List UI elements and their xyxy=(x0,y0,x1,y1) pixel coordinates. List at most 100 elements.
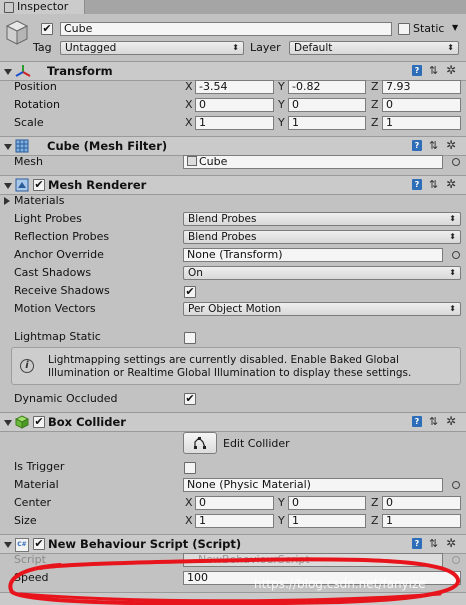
edit-collider-button[interactable] xyxy=(183,432,217,454)
help-book-icon[interactable]: ? xyxy=(412,65,422,76)
position-z-field[interactable]: 7.93 xyxy=(382,80,461,94)
lightmap-static-checkbox[interactable] xyxy=(184,332,196,344)
light-probes-value: Blend Probes xyxy=(188,213,257,225)
center-y-axis[interactable]: Y xyxy=(278,496,285,510)
motion-vectors-dropdown[interactable]: Per Object Motion ⬍ xyxy=(183,302,461,316)
reflection-probes-dropdown[interactable]: Blend Probes ⬍ xyxy=(183,230,461,244)
rotation-y-axis[interactable]: Y xyxy=(278,98,285,112)
help-book-icon[interactable]: ? xyxy=(412,538,422,549)
object-picker-icon[interactable] xyxy=(452,158,460,166)
box-collider-icon xyxy=(15,415,29,429)
size-label: Size xyxy=(14,514,37,527)
size-x-axis[interactable]: X xyxy=(185,514,193,528)
size-z-field[interactable]: 1 xyxy=(382,514,461,528)
rotation-z-field[interactable]: 0 xyxy=(382,98,461,112)
chevron-updown-icon: ⬍ xyxy=(447,43,454,52)
size-y-axis[interactable]: Y xyxy=(278,514,285,528)
speed-label: Speed xyxy=(14,571,49,584)
edit-collider-label[interactable]: Edit Collider xyxy=(223,437,290,451)
position-y-field[interactable]: -0.82 xyxy=(288,80,366,94)
gear-icon[interactable]: ✲ xyxy=(446,415,456,428)
anchor-override-field[interactable]: None (Transform) xyxy=(183,248,443,262)
foldout-arrow-icon[interactable] xyxy=(4,420,12,426)
object-picker-icon xyxy=(452,556,460,564)
position-z-axis[interactable]: Z xyxy=(371,80,379,94)
rotation-z-axis[interactable]: Z xyxy=(371,98,379,112)
mesh-renderer-header[interactable]: ✔ Mesh Renderer ? ⇅ ✲ xyxy=(0,175,466,195)
layer-dropdown-value: Default xyxy=(294,42,333,54)
object-picker-icon[interactable] xyxy=(452,481,460,489)
gear-icon[interactable]: ✲ xyxy=(446,139,456,152)
mesh-filter-title: Cube (Mesh Filter) xyxy=(47,139,168,153)
mesh-field[interactable]: Cube xyxy=(183,155,443,169)
script-component-header[interactable]: C# ✔ New Behaviour Script (Script) ? ⇅ ✲ xyxy=(0,534,466,554)
scale-x-axis[interactable]: X xyxy=(185,116,193,130)
box-collider-header[interactable]: ✔ Box Collider ? ⇅ ✲ xyxy=(0,412,466,432)
center-z-axis[interactable]: Z xyxy=(371,496,379,510)
tab-inspector[interactable]: Inspector xyxy=(0,0,85,14)
position-label: Position xyxy=(14,80,57,93)
scale-y-field[interactable]: 1 xyxy=(288,116,366,130)
presets-icon[interactable]: ⇅ xyxy=(429,415,438,428)
foldout-arrow-icon[interactable] xyxy=(4,144,12,150)
center-x-axis[interactable]: X xyxy=(185,496,193,510)
tag-dropdown[interactable]: Untagged ⬍ xyxy=(60,41,244,55)
presets-icon[interactable]: ⇅ xyxy=(429,64,438,77)
transform-header[interactable]: Transform ? ⇅ ✲ xyxy=(0,61,466,81)
size-x-field[interactable]: 1 xyxy=(195,514,274,528)
materials-label[interactable]: Materials xyxy=(14,194,64,208)
position-x-field[interactable]: -3.54 xyxy=(195,80,274,94)
layer-dropdown[interactable]: Default ⬍ xyxy=(289,41,459,55)
center-x-field[interactable]: 0 xyxy=(195,496,274,510)
scale-y-axis[interactable]: Y xyxy=(278,116,285,130)
foldout-arrow-icon[interactable] xyxy=(4,542,12,548)
gear-icon[interactable]: ✲ xyxy=(446,537,456,550)
position-x-axis[interactable]: X xyxy=(185,80,193,94)
is-trigger-checkbox[interactable] xyxy=(184,462,196,474)
rotation-x-axis[interactable]: X xyxy=(185,98,193,112)
chevron-updown-icon: ⬍ xyxy=(232,43,239,52)
receive-shadows-checkbox[interactable]: ✔ xyxy=(184,286,196,298)
object-name-field[interactable]: Cube xyxy=(60,22,392,36)
help-book-icon[interactable]: ? xyxy=(412,416,422,427)
static-dropdown-arrow-icon[interactable]: ▼ xyxy=(452,23,458,32)
gear-icon[interactable]: ✲ xyxy=(446,178,456,191)
active-checkbox[interactable]: ✔ xyxy=(41,23,53,35)
foldout-arrow-icon[interactable] xyxy=(4,69,12,75)
motion-vectors-value: Per Object Motion xyxy=(188,303,282,315)
presets-icon[interactable]: ⇅ xyxy=(429,178,438,191)
script-component-title: New Behaviour Script (Script) xyxy=(48,537,242,551)
center-z-field[interactable]: 0 xyxy=(382,496,461,510)
material-field[interactable]: None (Physic Material) xyxy=(183,478,443,492)
presets-icon[interactable]: ⇅ xyxy=(429,139,438,152)
rotation-x-field[interactable]: 0 xyxy=(195,98,274,112)
tab-bar: Inspector xyxy=(0,0,466,14)
gear-icon[interactable]: ✲ xyxy=(446,64,456,77)
dynamic-occluded-checkbox[interactable]: ✔ xyxy=(184,393,196,405)
script-enabled-checkbox[interactable]: ✔ xyxy=(33,538,45,550)
mesh-filter-header[interactable]: Cube (Mesh Filter) ? ⇅ ✲ xyxy=(0,136,466,156)
help-book-icon[interactable]: ? xyxy=(412,140,422,151)
rotation-y-field[interactable]: 0 xyxy=(288,98,366,112)
center-y-field[interactable]: 0 xyxy=(288,496,366,510)
dynamic-occluded-label: Dynamic Occluded xyxy=(14,392,118,405)
csharp-script-icon: C# xyxy=(15,538,29,552)
info-icon: i xyxy=(20,359,34,373)
position-y-axis[interactable]: Y xyxy=(278,80,285,94)
help-book-icon[interactable]: ? xyxy=(412,179,422,190)
cast-shadows-dropdown[interactable]: On ⬍ xyxy=(183,266,461,280)
foldout-arrow-icon[interactable] xyxy=(4,183,12,189)
mesh-renderer-enabled-checkbox[interactable]: ✔ xyxy=(33,179,45,191)
presets-icon[interactable]: ⇅ xyxy=(429,537,438,550)
scale-z-axis[interactable]: Z xyxy=(371,116,379,130)
box-collider-enabled-checkbox[interactable]: ✔ xyxy=(33,416,45,428)
scale-x-field[interactable]: 1 xyxy=(195,116,274,130)
scale-z-field[interactable]: 1 xyxy=(382,116,461,130)
size-z-axis[interactable]: Z xyxy=(371,514,379,528)
light-probes-dropdown[interactable]: Blend Probes ⬍ xyxy=(183,212,461,226)
size-y-field[interactable]: 1 xyxy=(288,514,366,528)
object-picker-icon[interactable] xyxy=(452,251,460,259)
static-checkbox[interactable] xyxy=(398,23,410,35)
materials-foldout-icon[interactable] xyxy=(4,197,10,205)
mesh-grid-icon xyxy=(15,139,29,153)
